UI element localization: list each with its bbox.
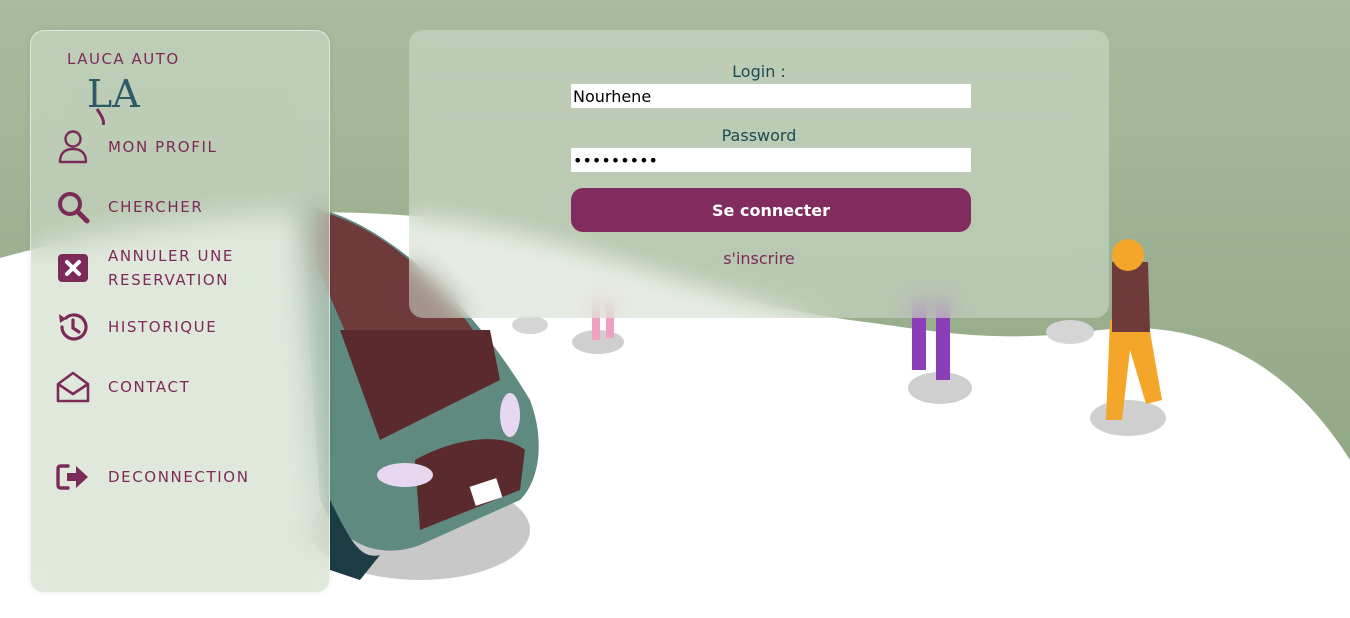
sidebar-item-label: MON PROFIL: [108, 138, 218, 156]
cancel-box-icon: [55, 250, 91, 286]
user-icon: [55, 129, 91, 165]
sidebar-item-label: CONTACT: [108, 378, 191, 396]
sidebar-item-label: CHERCHER: [108, 198, 204, 216]
sidebar: LAUCA AUTO LA MON PROFIL CHERCHER ANNULE…: [30, 30, 330, 593]
sidebar-item-label: ANNULER UNE RESERVATION: [108, 247, 234, 289]
sidebar-item-contact[interactable]: CONTACT: [55, 369, 190, 405]
login-input[interactable]: [571, 84, 971, 108]
sidebar-item-history[interactable]: HISTORIQUE: [55, 309, 217, 345]
search-icon: [55, 189, 91, 225]
sidebar-item-label: HISTORIQUE: [108, 318, 218, 336]
brand-logo[interactable]: LA: [87, 69, 147, 125]
password-label: Password: [721, 126, 797, 145]
signup-link[interactable]: s'inscrire: [409, 249, 1109, 268]
history-icon: [55, 309, 91, 345]
sign-out-icon: [55, 459, 91, 495]
sidebar-item-profile[interactable]: MON PROFIL: [55, 129, 217, 165]
envelope-open-icon: [55, 369, 91, 405]
login-button[interactable]: Se connecter: [571, 188, 971, 232]
sidebar-item-logout[interactable]: DECONNECTION: [55, 459, 250, 495]
brand-name: LAUCA AUTO: [67, 50, 180, 68]
login-form: Login : Password Se connecter s'inscrire: [409, 30, 1109, 318]
login-label: Login :: [732, 62, 786, 81]
svg-text:LA: LA: [87, 72, 140, 116]
sidebar-item-search[interactable]: CHERCHER: [55, 189, 203, 225]
sidebar-item-label: DECONNECTION: [108, 468, 250, 486]
sidebar-item-cancel-reservation[interactable]: ANNULER UNE RESERVATION: [55, 244, 258, 292]
password-input[interactable]: [571, 148, 971, 172]
